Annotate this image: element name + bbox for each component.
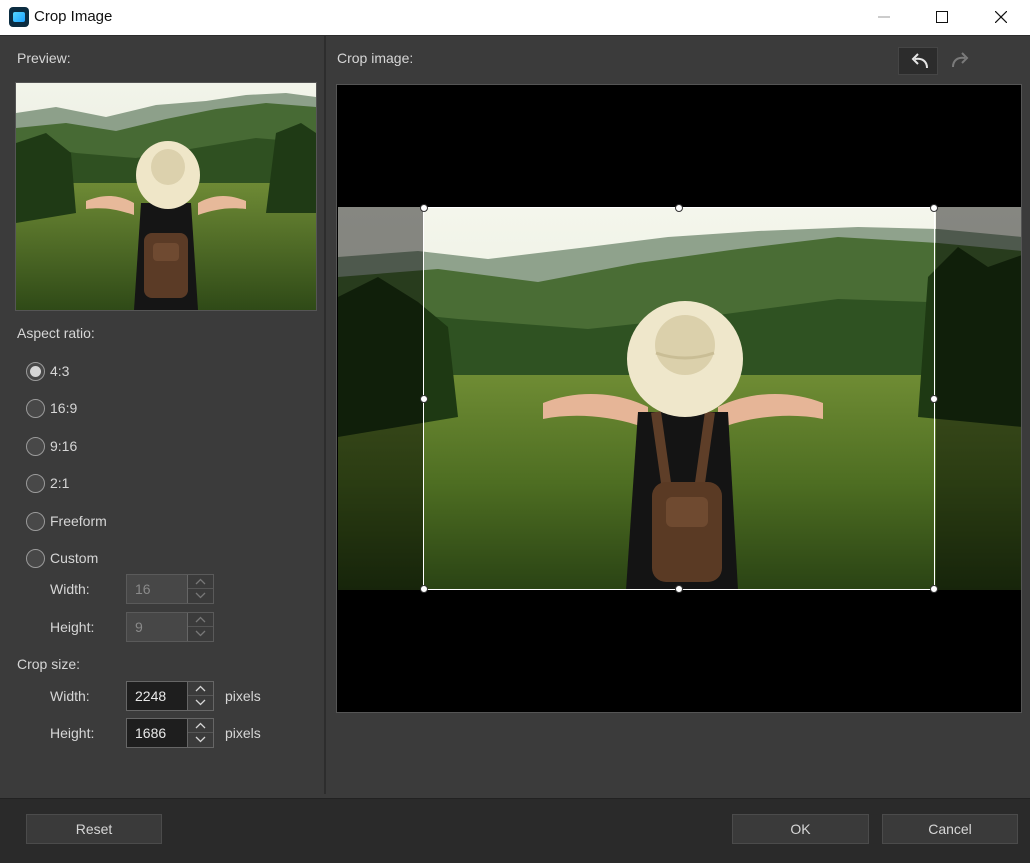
spin-buttons [187,719,213,747]
close-icon [995,11,1007,23]
preview-thumbnail [15,82,317,311]
custom-height-stepper[interactable] [126,612,214,642]
chevron-up-icon [195,578,206,585]
aspect-radio-4-3[interactable] [26,362,45,381]
chevron-down-icon [195,630,206,637]
decrement-button[interactable] [188,589,213,603]
crop-handle-bottom-right[interactable] [930,585,938,593]
close-button[interactable] [978,0,1024,35]
title-bar: Crop Image [0,0,1030,36]
aspect-radio-9-16[interactable] [26,437,45,456]
decrement-button[interactable] [188,696,213,710]
decrement-button[interactable] [188,627,213,641]
custom-height-label: Height: [50,619,95,635]
aspect-radio-freeform[interactable] [26,512,45,531]
aspect-option-label: Freeform [50,513,107,529]
maximize-button[interactable] [919,0,965,35]
crop-handle-left[interactable] [420,394,428,403]
preview-label: Preview: [17,50,71,66]
aspect-option-label: 2:1 [50,475,70,491]
increment-button[interactable] [188,613,213,627]
aspect-ratio-label: Aspect ratio: [17,325,95,341]
custom-width-input[interactable] [127,575,187,603]
cancel-button[interactable]: Cancel [882,814,1018,844]
chevron-up-icon [195,685,206,692]
outside-crop-shade-left [338,207,423,590]
undo-button[interactable] [898,47,938,75]
aspect-option-label: 4:3 [50,363,70,379]
aspect-option-label: 16:9 [50,400,78,416]
increment-button[interactable] [188,575,213,589]
minimize-icon [878,16,890,18]
aspect-radio-16-9[interactable] [26,399,45,418]
undo-icon [911,53,928,69]
spin-buttons [187,575,213,603]
window-title: Crop Image [34,8,113,25]
minimize-button[interactable] [861,0,907,35]
crop-height-input[interactable] [127,719,187,747]
chevron-up-icon [195,616,206,623]
decrement-button[interactable] [188,733,213,747]
custom-width-stepper[interactable] [126,574,214,604]
ok-button[interactable]: OK [732,814,869,844]
redo-button[interactable] [941,47,981,75]
chevron-down-icon [195,699,206,706]
crop-handle-bottom[interactable] [675,585,683,593]
crop-canvas[interactable] [336,84,1022,713]
increment-button[interactable] [188,719,213,733]
aspect-radio-2-1[interactable] [26,474,45,493]
reset-button[interactable]: Reset [26,814,162,844]
increment-button[interactable] [188,682,213,696]
aspect-option-label: Custom [50,550,99,566]
redo-icon [952,52,969,68]
chevron-down-icon [195,736,206,743]
outside-crop-shade-right [936,207,1021,590]
crop-handle-right[interactable] [930,394,938,403]
aspect-radio-custom[interactable] [26,549,45,568]
crop-handle-top-right[interactable] [930,204,938,212]
maximize-icon [936,11,948,23]
aspect-option-label: 9:16 [50,438,78,454]
crop-handle-bottom-left[interactable] [420,585,428,593]
crop-width-stepper[interactable] [126,681,214,711]
crop-handle-top-left[interactable] [420,204,428,212]
crop-handle-top[interactable] [675,204,683,212]
crop-height-unit: pixels [225,725,261,741]
spin-buttons [187,682,213,710]
crop-selection-box[interactable] [420,204,938,593]
crop-height-stepper[interactable] [126,718,214,748]
crop-height-label: Height: [50,725,95,741]
custom-height-input[interactable] [127,613,187,641]
preview-image [16,83,316,310]
chevron-up-icon [195,722,206,729]
custom-width-label: Width: [50,581,90,597]
app-icon [9,7,29,27]
crop-width-unit: pixels [225,688,261,704]
crop-size-label: Crop size: [17,656,81,672]
crop-width-input[interactable] [127,682,187,710]
spin-buttons [187,613,213,641]
crop-width-label: Width: [50,688,90,704]
crop-image-label: Crop image: [337,50,414,66]
chevron-down-icon [195,592,206,599]
